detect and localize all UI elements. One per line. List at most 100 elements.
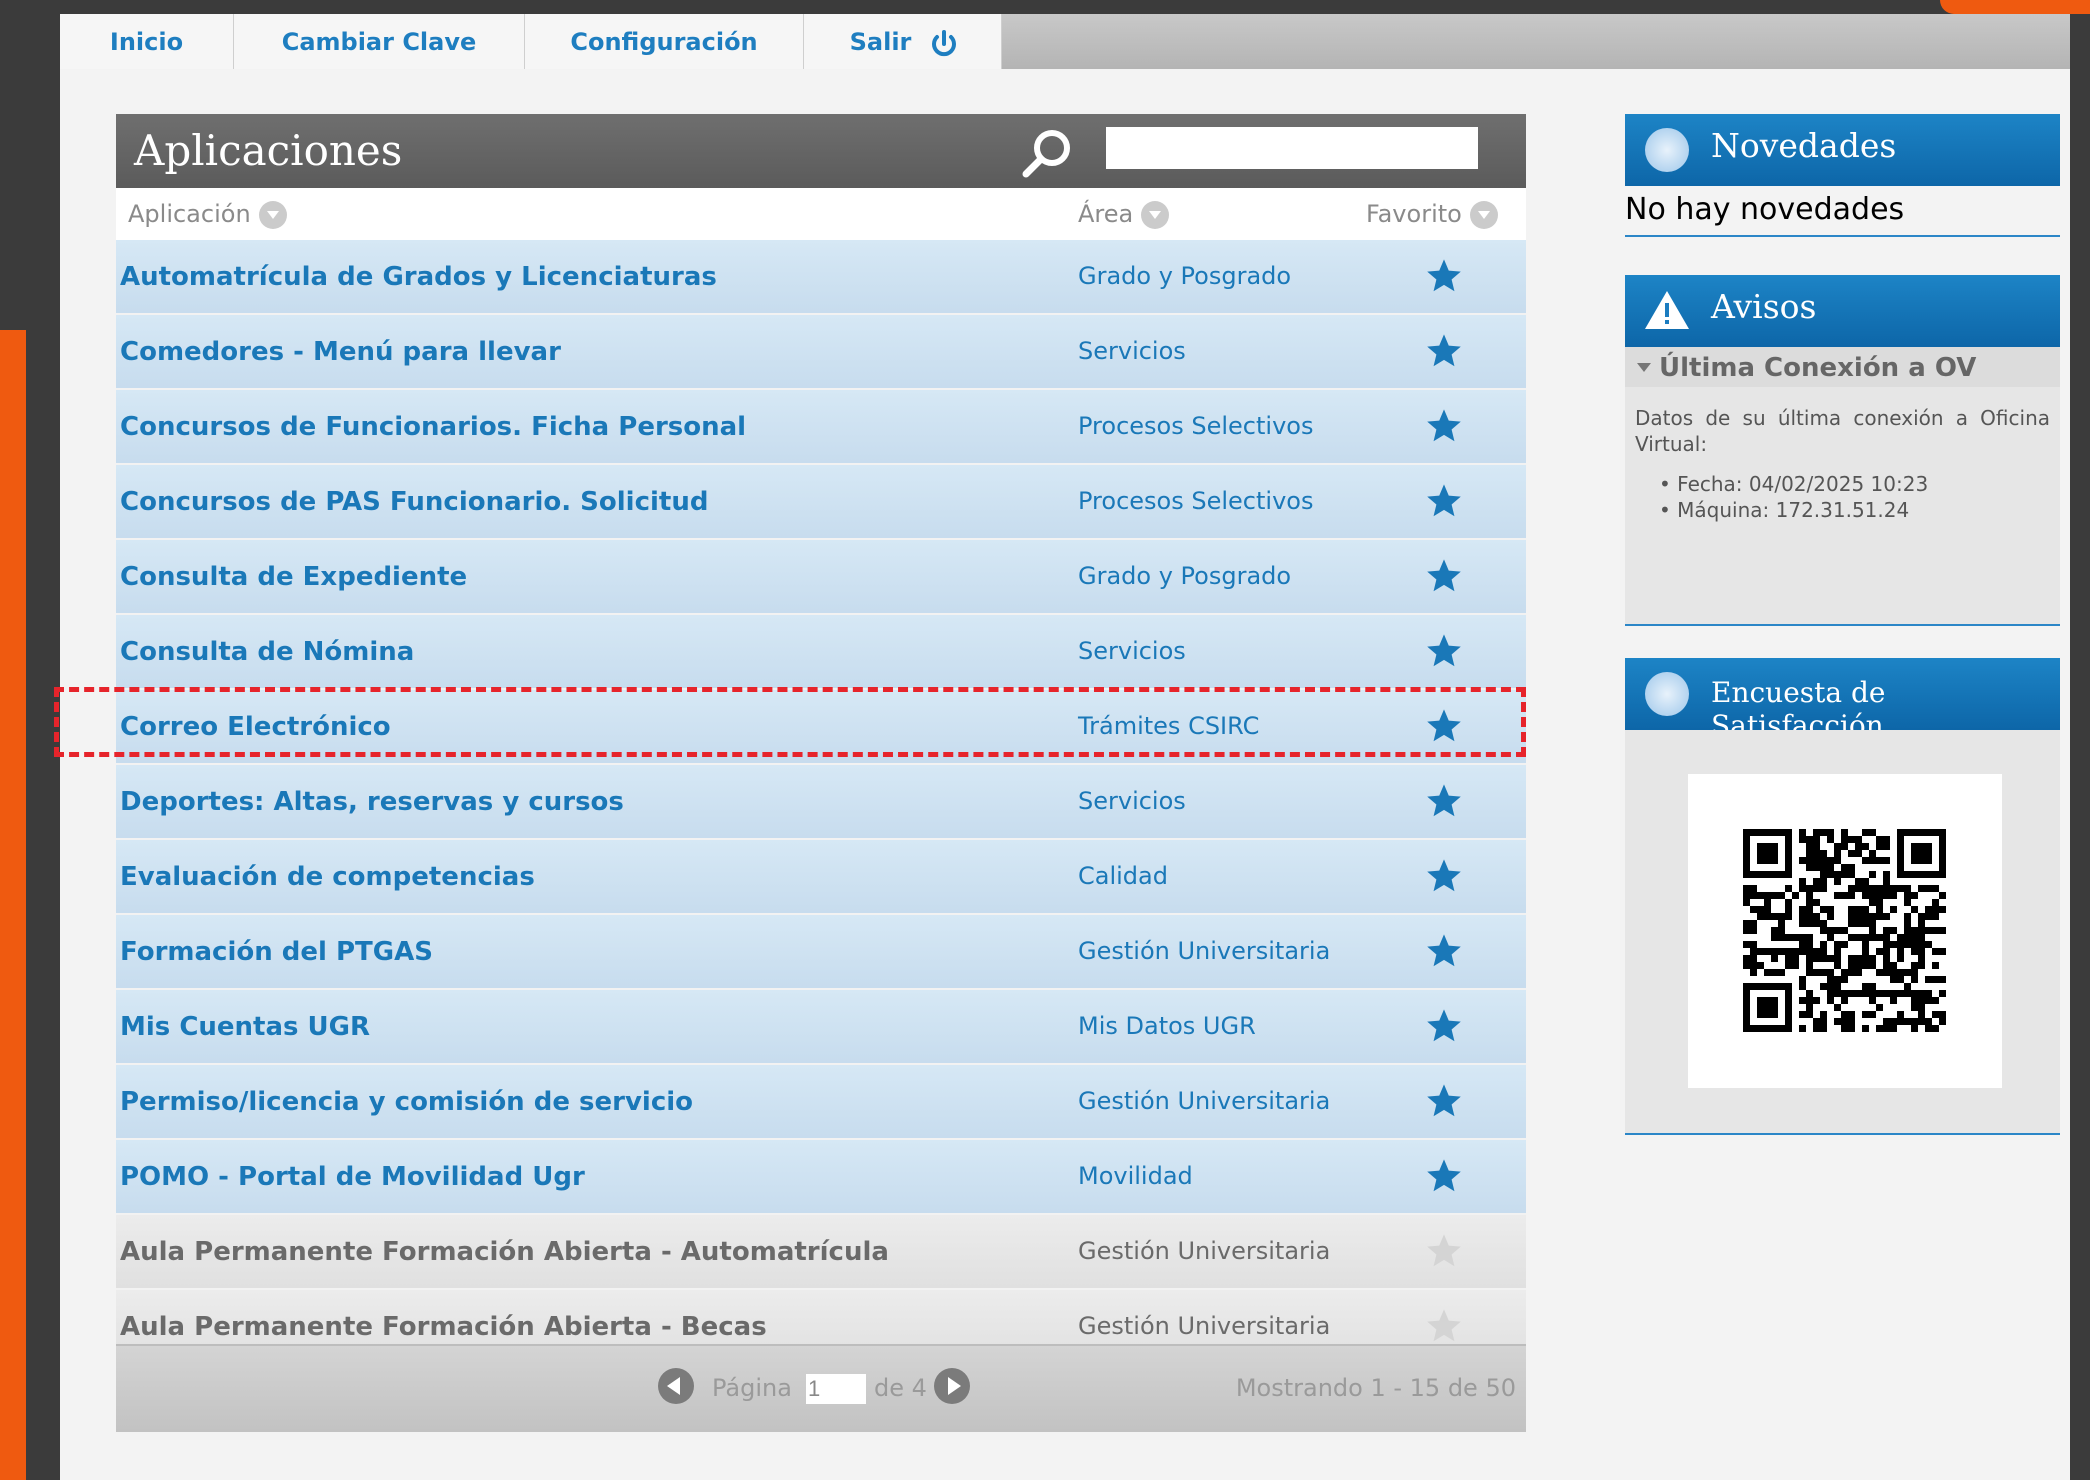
qr-code[interactable] — [1688, 774, 2002, 1088]
bubble-icon — [1645, 672, 1689, 716]
application-name[interactable]: Comedores - Menú para llevar — [120, 337, 561, 367]
sort-icon — [1141, 201, 1170, 229]
favorite-star-icon[interactable] — [1425, 632, 1463, 670]
application-area: Grado y Posgrado — [1078, 262, 1292, 290]
application-name[interactable]: Consulta de Expediente — [120, 562, 467, 592]
last-connection-title: Última Conexión a OV — [1659, 353, 1977, 383]
avisos-title: Avisos — [1711, 287, 1817, 326]
results-count: Mostrando 1 - 15 de 50 — [1235, 1374, 1516, 1402]
collapse-triangle-icon — [1637, 363, 1651, 372]
tab-configuracion[interactable]: Configuración — [525, 14, 804, 69]
favorite-star-icon[interactable] — [1425, 1307, 1463, 1345]
novedades-title: Novedades — [1711, 126, 1897, 165]
application-area: Gestión Universitaria — [1078, 1312, 1331, 1340]
favorite-star-icon[interactable] — [1425, 557, 1463, 595]
highlight-box — [54, 687, 1526, 757]
applications-list: Automatrícula de Grados y Licenciaturas G… — [116, 240, 1526, 1365]
last-connection-details: • Fecha: 04/02/2025 10:23 • Máquina: 172… — [1659, 471, 1928, 523]
search-input[interactable] — [1106, 127, 1478, 169]
table-row[interactable]: POMO - Portal de Movilidad Ugr Movilidad — [116, 1140, 1526, 1215]
tab-salir[interactable]: Salir — [804, 14, 1002, 69]
favorite-star-icon[interactable] — [1425, 1082, 1463, 1120]
application-name[interactable]: Mis Cuentas UGR — [120, 1012, 370, 1042]
column-headers: Aplicación Área Favorito — [116, 188, 1526, 242]
column-label: Favorito — [1366, 200, 1462, 228]
application-area: Calidad — [1078, 862, 1168, 890]
tab-label: Configuración — [570, 27, 758, 56]
bubble-icon — [1645, 128, 1689, 172]
favorite-star-icon[interactable] — [1425, 407, 1463, 445]
favorite-star-icon[interactable] — [1425, 332, 1463, 370]
sidebar: Novedades No hay novedades Avisos Última… — [1625, 114, 2060, 1135]
page-label: Página — [712, 1374, 792, 1402]
search-icon[interactable] — [1016, 126, 1076, 182]
favorite-star-icon[interactable] — [1425, 257, 1463, 295]
last-connection-description: Datos de su última conexión a Oficina Vi… — [1635, 406, 2050, 456]
table-row[interactable]: Deportes: Altas, reservas y cursos Servic… — [116, 765, 1526, 840]
application-name[interactable]: Evaluación de competencias — [120, 862, 535, 892]
table-row[interactable]: Comedores - Menú para llevar Servicios — [116, 315, 1526, 390]
last-connection-toggle[interactable]: Última Conexión a OV — [1625, 347, 2060, 387]
tab-inicio[interactable]: Inicio — [60, 14, 234, 69]
favorite-star-icon[interactable] — [1425, 1007, 1463, 1045]
table-row[interactable]: Permiso/licencia y comisión de servicio G… — [116, 1065, 1526, 1140]
table-row[interactable]: Concursos de Funcionarios. Ficha Persona… — [116, 390, 1526, 465]
application-name[interactable]: Formación del PTGAS — [120, 937, 433, 967]
application-area: Procesos Selectivos — [1078, 487, 1314, 515]
table-row[interactable]: Mis Cuentas UGR Mis Datos UGR — [116, 990, 1526, 1065]
next-page-icon[interactable] — [934, 1368, 970, 1404]
favorite-star-icon[interactable] — [1425, 482, 1463, 520]
table-row[interactable]: Evaluación de competencias Calidad — [116, 840, 1526, 915]
page-total-label: de 4 — [874, 1374, 927, 1402]
table-row[interactable]: Consulta de Expediente Grado y Posgrado — [116, 540, 1526, 615]
table-row[interactable]: Aula Permanente Formación Abierta - Auto… — [116, 1215, 1526, 1290]
warning-icon — [1643, 287, 1691, 331]
application-area: Movilidad — [1078, 1162, 1193, 1190]
application-area: Servicios — [1078, 637, 1186, 665]
applications-panel: Aplicaciones Aplicación Área Favorito Au… — [54, 114, 1526, 1452]
application-name[interactable]: Concursos de PAS Funcionario. Solicitud — [120, 487, 708, 517]
favorite-star-icon[interactable] — [1425, 1232, 1463, 1270]
favorite-star-icon[interactable] — [1425, 857, 1463, 895]
application-name[interactable]: Consulta de Nómina — [120, 637, 414, 667]
encuesta-header: Encuesta de Satisfacción — [1625, 658, 2060, 742]
list-item: • Máquina: 172.31.51.24 — [1659, 498, 1910, 522]
table-row[interactable]: Concursos de PAS Funcionario. Solicitud P… — [116, 465, 1526, 540]
application-name[interactable]: Aula Permanente Formación Abierta - Beca… — [120, 1312, 767, 1342]
application-name[interactable]: Aula Permanente Formación Abierta - Auto… — [120, 1237, 889, 1267]
encuesta-content — [1625, 730, 2060, 1135]
avisos-content: Última Conexión a OV Datos de su última … — [1625, 347, 2060, 626]
application-area: Mis Datos UGR — [1078, 1012, 1256, 1040]
application-area: Grado y Posgrado — [1078, 562, 1292, 590]
application-name[interactable]: Automatrícula de Grados y Licenciaturas — [120, 262, 717, 292]
page-number-input[interactable] — [806, 1374, 866, 1404]
previous-page-icon[interactable] — [658, 1368, 694, 1404]
table-row[interactable]: Consulta de Nómina Servicios — [116, 615, 1526, 690]
novedades-header: Novedades — [1625, 114, 2060, 186]
tab-label: Cambiar Clave — [281, 27, 477, 56]
top-navigation: Inicio Cambiar Clave Configuración Salir — [60, 14, 2070, 69]
tab-label: Salir — [849, 27, 912, 56]
table-row[interactable]: Formación del PTGAS Gestión Universitaria — [116, 915, 1526, 990]
orange-accent-left — [0, 330, 26, 1480]
column-header-application[interactable]: Aplicación — [128, 200, 287, 229]
application-area: Procesos Selectivos — [1078, 412, 1314, 440]
application-name[interactable]: Deportes: Altas, reservas y cursos — [120, 787, 624, 817]
favorite-star-icon[interactable] — [1425, 782, 1463, 820]
application-name[interactable]: POMO - Portal de Movilidad Ugr — [120, 1162, 585, 1192]
favorite-star-icon[interactable] — [1425, 1157, 1463, 1195]
application-area: Gestión Universitaria — [1078, 937, 1331, 965]
orange-accent-right — [1940, 0, 2090, 14]
application-name[interactable]: Concursos de Funcionarios. Ficha Persona… — [120, 412, 746, 442]
table-row[interactable]: Automatrícula de Grados y Licenciaturas G… — [116, 240, 1526, 315]
application-name[interactable]: Permiso/licencia y comisión de servicio — [120, 1087, 693, 1117]
tab-cambiar-clave[interactable]: Cambiar Clave — [234, 14, 525, 69]
column-header-favorite[interactable]: Favorito — [1366, 200, 1498, 229]
column-header-area[interactable]: Área — [1078, 200, 1170, 229]
sort-icon — [258, 201, 287, 229]
list-item: • Fecha: 04/02/2025 10:23 — [1659, 472, 1929, 496]
application-area: Servicios — [1078, 337, 1186, 365]
favorite-star-icon[interactable] — [1425, 932, 1463, 970]
